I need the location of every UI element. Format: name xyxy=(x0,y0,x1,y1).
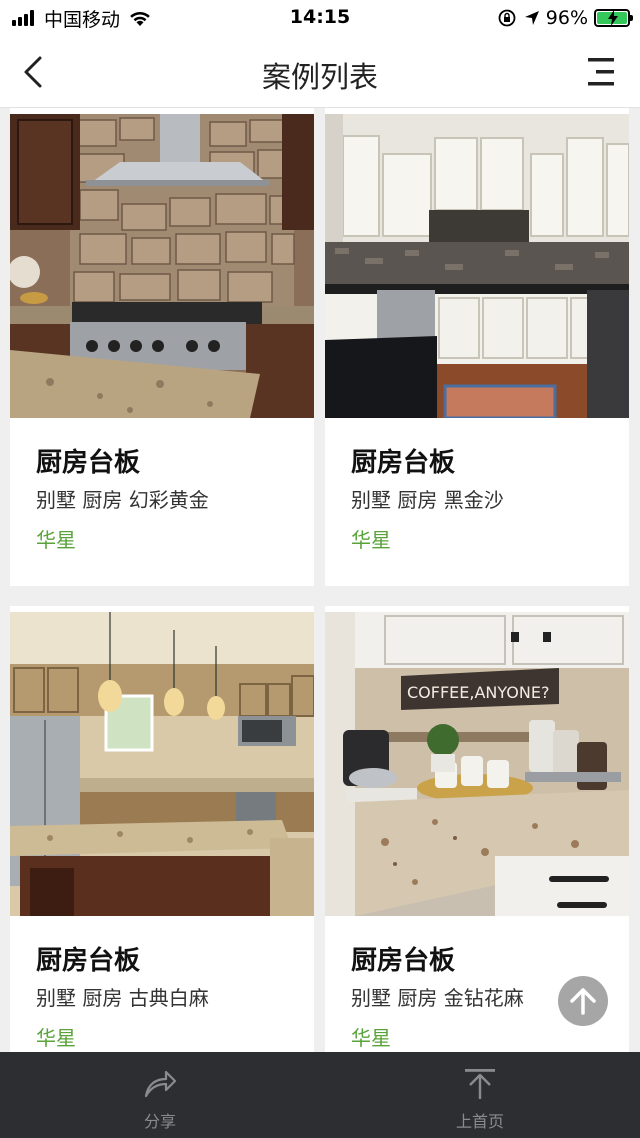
arrow-up-icon xyxy=(570,988,596,1015)
home-label: 上首页 xyxy=(455,1112,504,1131)
home-top-button[interactable]: 上首页 xyxy=(420,1052,540,1138)
case-title: 厨房台板 xyxy=(351,946,456,976)
case-image[interactable]: COFFEE,ANYONE? xyxy=(325,612,629,916)
nav-bar: 案例列表 xyxy=(0,36,640,108)
status-right: 96% xyxy=(498,6,633,30)
case-image[interactable] xyxy=(10,612,314,916)
case-card[interactable]: 厨房台板 别墅 厨房 幻彩黄金 华星 xyxy=(10,108,314,586)
share-button[interactable]: 分享 xyxy=(100,1052,220,1138)
case-title: 厨房台板 xyxy=(351,448,456,478)
case-title: 厨房台板 xyxy=(36,946,141,976)
battery-percent: 96% xyxy=(545,7,588,29)
case-image[interactable] xyxy=(325,114,629,418)
case-card[interactable]: 厨房台板 别墅 厨房 黑金沙 华星 xyxy=(325,108,629,586)
battery-icon xyxy=(594,9,633,27)
case-desc: 别墅 厨房 黑金沙 xyxy=(351,488,504,512)
case-brand: 华星 xyxy=(36,528,76,552)
case-desc: 别墅 厨房 古典白麻 xyxy=(36,986,209,1010)
case-desc: 别墅 厨房 幻彩黄金 xyxy=(36,488,209,512)
case-image[interactable] xyxy=(10,114,314,418)
scroll-top-button[interactable] xyxy=(558,976,608,1026)
coffee-sign-text: COFFEE,ANYONE? xyxy=(407,683,549,702)
rotation-lock-icon xyxy=(498,9,516,27)
location-icon xyxy=(524,11,539,25)
case-brand: 华星 xyxy=(351,528,391,552)
bottom-bar: 分享 上首页 xyxy=(0,1052,640,1138)
menu-icon[interactable] xyxy=(582,54,622,90)
page-title: 案例列表 xyxy=(261,60,378,94)
case-card[interactable]: 厨房台板 别墅 厨房 古典白麻 华星 xyxy=(10,606,314,1052)
share-icon xyxy=(144,1070,177,1098)
to-top-icon xyxy=(465,1069,495,1099)
status-bar: 中国移动 14:15 96% xyxy=(0,0,640,36)
share-label: 分享 xyxy=(143,1112,176,1131)
case-brand: 华星 xyxy=(36,1026,76,1050)
case-title: 厨房台板 xyxy=(36,448,141,478)
case-brand: 华星 xyxy=(351,1026,391,1050)
case-list: 厨房台板 别墅 厨房 幻彩黄金 华星 厨房台板 别墅 厨房 黑金沙 华星 厨房台… xyxy=(0,108,640,1052)
case-desc: 别墅 厨房 金钻花麻 xyxy=(351,986,524,1010)
